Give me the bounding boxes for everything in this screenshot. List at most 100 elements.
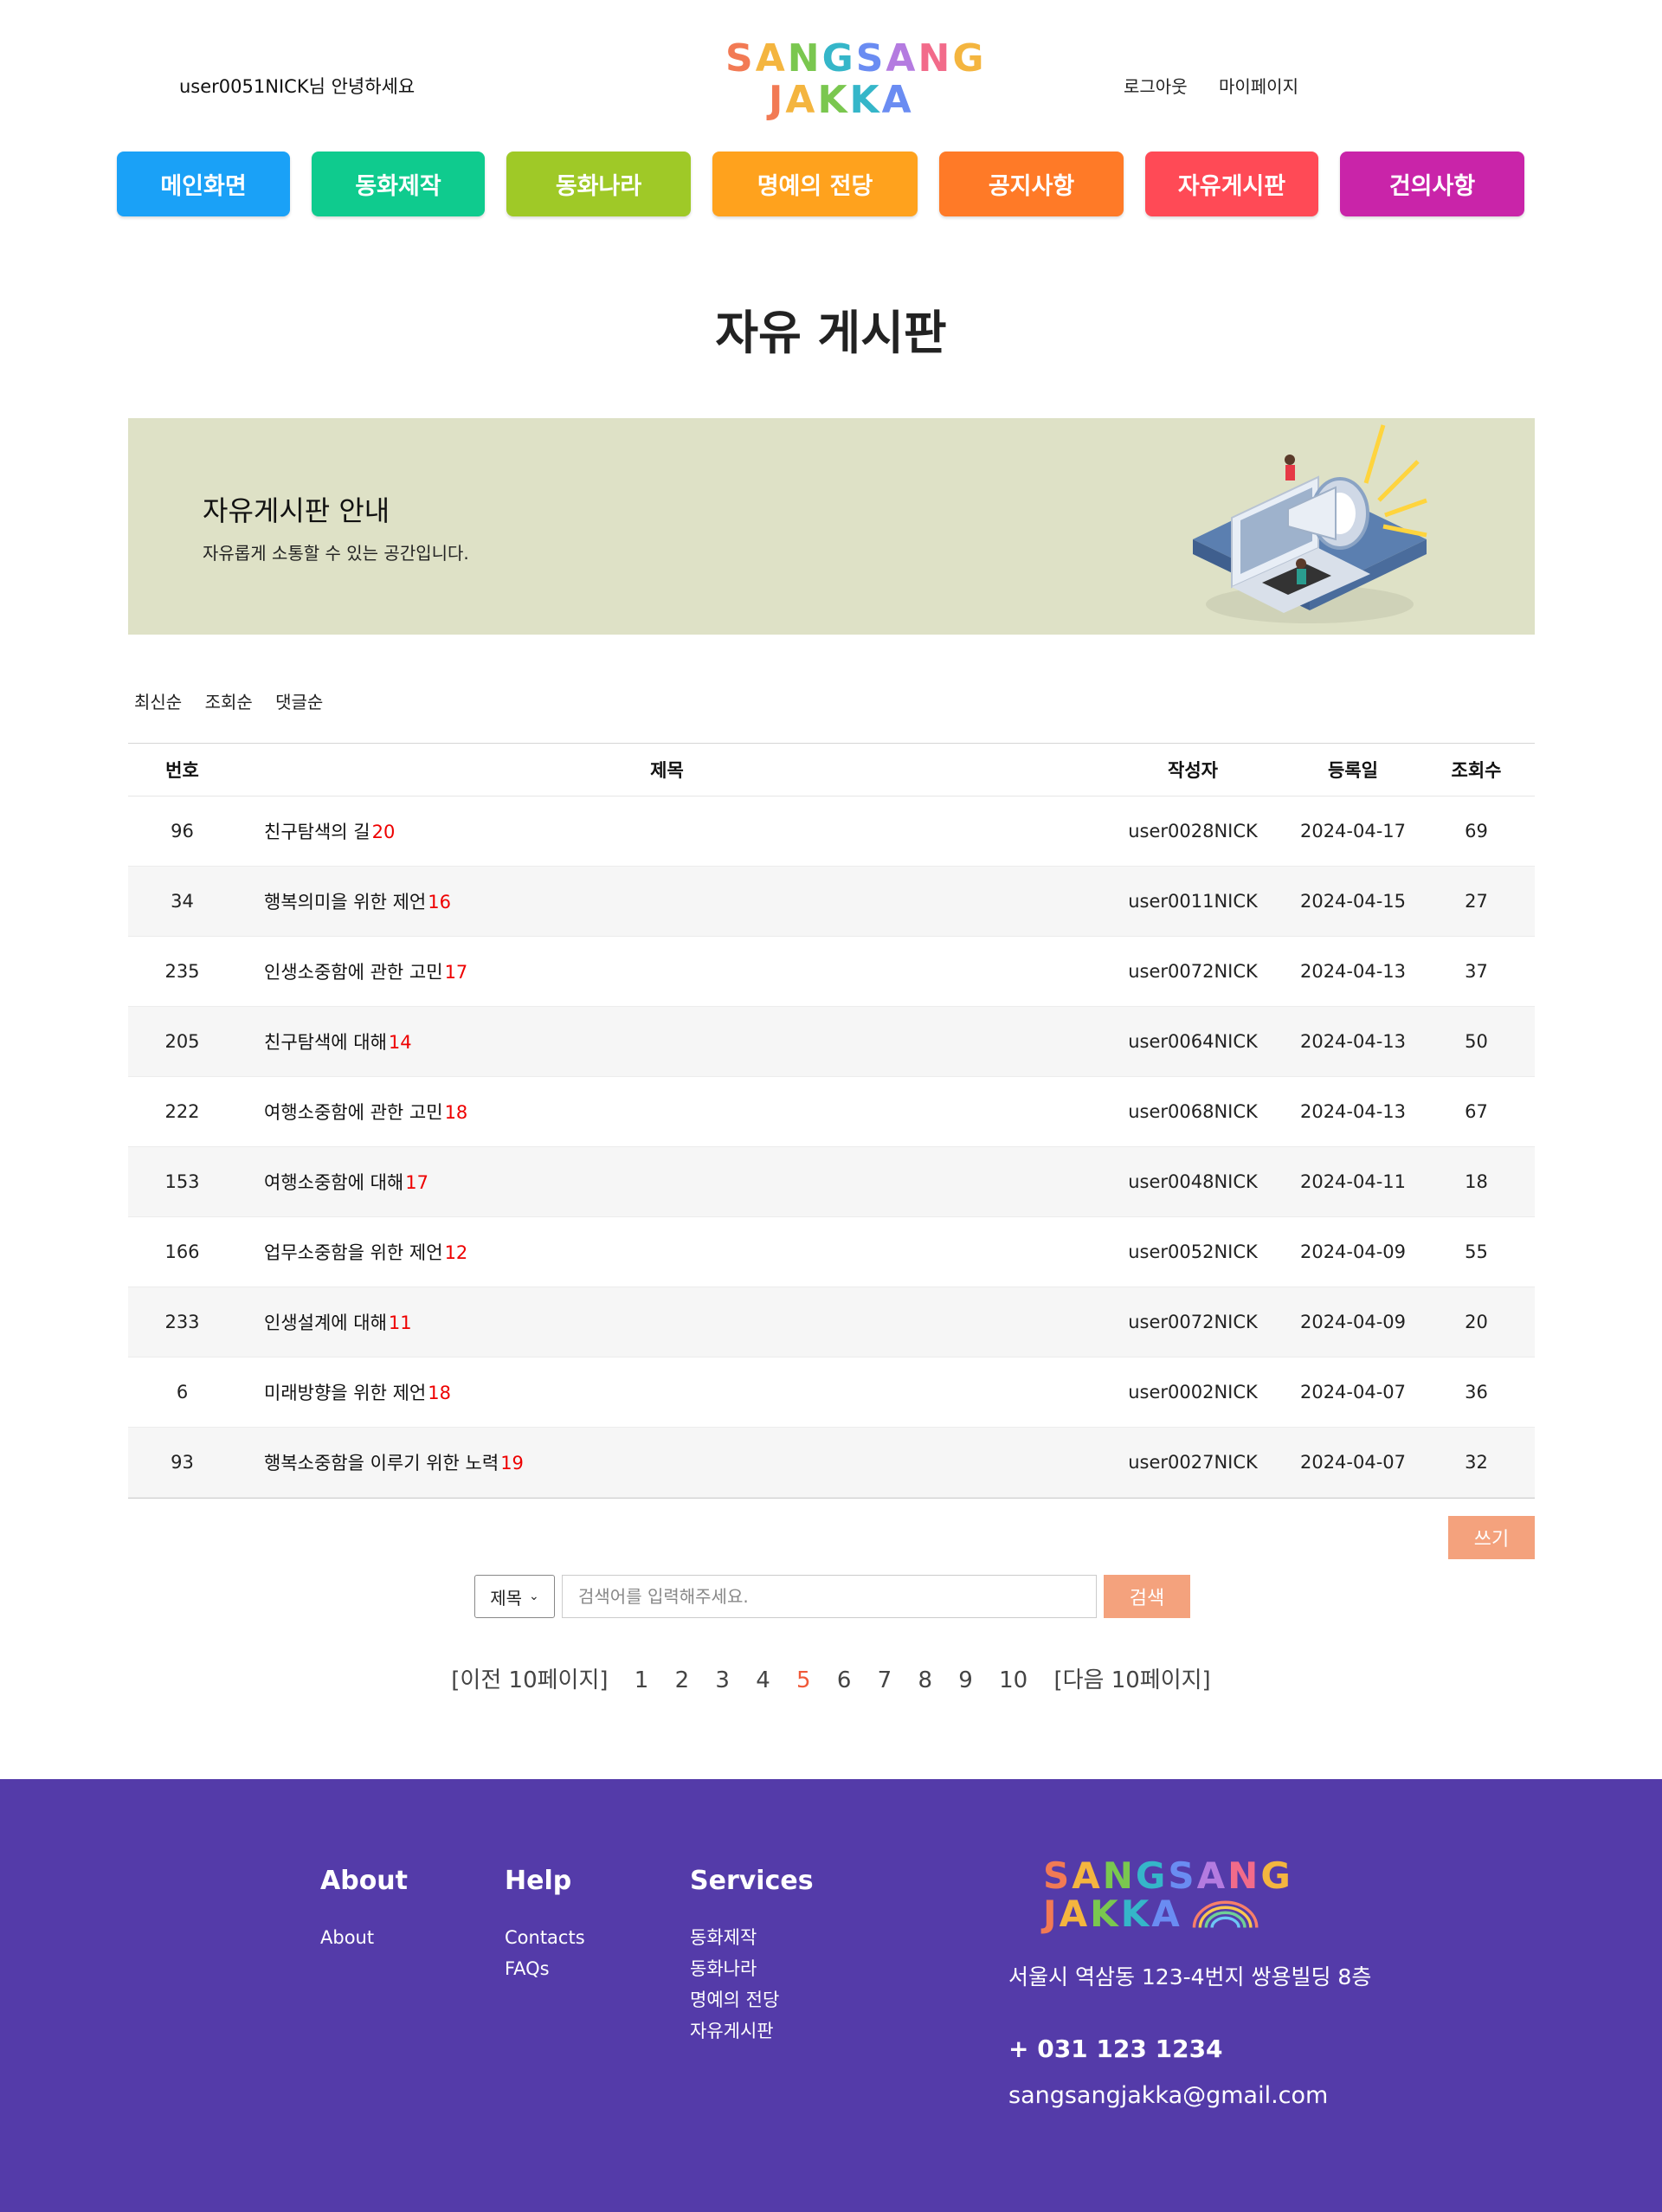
footer-faqs-link[interactable]: FAQs xyxy=(505,1953,585,1984)
page-link-current[interactable]: 5 xyxy=(796,1667,811,1693)
sort-comments[interactable]: 댓글순 xyxy=(275,692,323,713)
post-views: 67 xyxy=(1465,1101,1488,1122)
post-views: 69 xyxy=(1465,821,1488,842)
post-title-link[interactable]: 행복소중함을 이루기 위한 노력 xyxy=(264,1453,499,1474)
col-views-header: 조회수 xyxy=(1451,760,1502,781)
post-date: 2024-04-09 xyxy=(1299,1312,1407,1332)
post-number: 222 xyxy=(164,1101,200,1122)
post-number: 166 xyxy=(164,1241,200,1262)
post-title-link[interactable]: 여행소중함에 관한 고민 xyxy=(264,1102,443,1123)
post-views: 20 xyxy=(1465,1312,1488,1332)
nav-hall-of-fame-button[interactable]: 명예의 전당 xyxy=(712,152,918,216)
nav-create-button[interactable]: 동화제작 xyxy=(312,152,485,216)
table-row: 166 업무소중함을 위한 제언12 user0052NICK 2024-04-… xyxy=(128,1217,1535,1287)
table-row: 6 미래방향을 위한 제언18 user0002NICK 2024-04-07 … xyxy=(128,1358,1535,1428)
prev-10-pages-link[interactable]: [이전 10페이지] xyxy=(451,1667,608,1693)
post-title-link[interactable]: 행복의미을 위한 제언 xyxy=(264,892,426,913)
post-title-link[interactable]: 미래방향을 위한 제언 xyxy=(264,1383,426,1403)
page-link[interactable]: 3 xyxy=(715,1667,730,1693)
banner-title: 자유게시판 안내 xyxy=(203,494,390,527)
post-title-link[interactable]: 여행소중함에 대해 xyxy=(264,1172,403,1193)
search-input[interactable] xyxy=(562,1575,1097,1618)
search-type-select[interactable]: 제목 ⌄ xyxy=(474,1575,555,1618)
comment-count: 18 xyxy=(444,1102,468,1123)
footer-contacts-link[interactable]: Contacts xyxy=(505,1922,585,1953)
sort-views[interactable]: 조회순 xyxy=(205,692,253,713)
board-info-banner: 자유게시판 안내 자유롭게 소통할 수 있는 공간입니다. xyxy=(128,418,1535,635)
post-views: 32 xyxy=(1465,1452,1488,1473)
sort-options: 최신순 조회순 댓글순 xyxy=(134,688,340,713)
nav-free-board-button[interactable]: 자유게시판 xyxy=(1145,152,1318,216)
footer-service-hall-link[interactable]: 명예의 전당 xyxy=(690,1984,814,2015)
post-title-link[interactable]: 친구탐색에 대해 xyxy=(264,1032,387,1053)
header: user0051NICK님 안녕하세요 SANGSANG JAKKA 로그아웃 … xyxy=(0,0,1662,147)
next-10-pages-link[interactable]: [다음 10페이지] xyxy=(1053,1667,1210,1693)
post-number: 34 xyxy=(171,891,194,912)
post-author: user0068NICK xyxy=(1128,1101,1258,1122)
footer-logo-line-2: JAKKA xyxy=(1043,1895,1259,1933)
post-date: 2024-04-15 xyxy=(1299,891,1407,912)
post-title-link[interactable]: 친구탐색의 길 xyxy=(264,822,370,842)
post-number: 205 xyxy=(164,1031,200,1052)
col-title-header: 제목 xyxy=(650,760,684,781)
post-title-link[interactable]: 인생설계에 대해 xyxy=(264,1312,387,1333)
post-author: user0072NICK xyxy=(1128,961,1258,982)
post-title-link[interactable]: 업무소중함을 위한 제언 xyxy=(264,1242,443,1263)
search-button[interactable]: 검색 xyxy=(1104,1575,1190,1618)
page-link[interactable]: 6 xyxy=(837,1667,852,1693)
header-links: 로그아웃 마이페이지 xyxy=(1124,73,1324,98)
logo-line-2: JAKKA xyxy=(769,78,914,122)
post-date: 2024-04-07 xyxy=(1299,1452,1407,1473)
comment-count: 18 xyxy=(428,1383,451,1403)
footer-help-column: Help Contacts FAQs xyxy=(505,1866,585,1984)
post-views: 18 xyxy=(1465,1171,1488,1192)
footer-email[interactable]: sangsangjakka@gmail.com xyxy=(1008,2082,1328,2109)
col-date-header: 등록일 xyxy=(1328,760,1378,781)
comment-count: 14 xyxy=(388,1032,412,1053)
footer-service-board-link[interactable]: 자유게시판 xyxy=(690,2015,814,2047)
page-link[interactable]: 4 xyxy=(756,1667,770,1693)
site-logo[interactable]: SANGSANG JAKKA xyxy=(725,36,987,128)
post-author: user0011NICK xyxy=(1128,891,1258,912)
post-number: 6 xyxy=(176,1382,189,1403)
nav-main-button[interactable]: 메인화면 xyxy=(117,152,290,216)
nav-storyland-button[interactable]: 동화나라 xyxy=(506,152,691,216)
table-bottom-border xyxy=(128,1498,1535,1499)
footer-address: 서울시 역삼동 123-4번지 쌍용빌딩 8층 xyxy=(1008,1964,1372,1990)
mypage-link[interactable]: 마이페이지 xyxy=(1219,76,1298,97)
post-title-link[interactable]: 인생소중함에 관한 고민 xyxy=(264,962,443,983)
col-num-header: 번호 xyxy=(165,760,199,781)
post-number: 153 xyxy=(164,1171,200,1192)
page-link[interactable]: 9 xyxy=(958,1667,973,1693)
footer-service-storyland-link[interactable]: 동화나라 xyxy=(690,1953,814,1984)
chevron-down-icon: ⌄ xyxy=(529,1590,539,1603)
greeting-text: user0051NICK님 안녕하세요 xyxy=(179,76,416,97)
footer-services-heading: Services xyxy=(690,1866,814,1896)
post-number: 96 xyxy=(171,821,194,842)
footer-about-column: About About xyxy=(320,1866,408,1953)
col-author-header: 작성자 xyxy=(1168,760,1218,781)
footer-phone: + 031 123 1234 xyxy=(1008,2035,1223,2063)
nav-suggestion-button[interactable]: 건의사항 xyxy=(1340,152,1524,216)
sort-latest[interactable]: 최신순 xyxy=(134,692,182,713)
footer-service-create-link[interactable]: 동화제작 xyxy=(690,1922,814,1953)
nav-notice-button[interactable]: 공지사항 xyxy=(939,152,1124,216)
post-number: 233 xyxy=(164,1312,200,1332)
post-author: user0072NICK xyxy=(1128,1312,1258,1332)
post-date: 2024-04-11 xyxy=(1299,1171,1407,1192)
page-link[interactable]: 1 xyxy=(635,1667,649,1693)
page-link[interactable]: 7 xyxy=(878,1667,892,1693)
pagination: [이전 10페이지] 1 2 3 4 5 6 7 8 9 10 [다음 10페이… xyxy=(0,1662,1662,1694)
page-link[interactable]: 2 xyxy=(675,1667,690,1693)
page-link[interactable]: 10 xyxy=(999,1667,1027,1693)
comment-count: 11 xyxy=(388,1312,412,1333)
footer-about-link[interactable]: About xyxy=(320,1922,408,1953)
banner-description: 자유롭게 소통할 수 있는 공간입니다. xyxy=(203,543,469,564)
logo-line-1: SANGSANG xyxy=(725,36,987,81)
write-button[interactable]: 쓰기 xyxy=(1448,1516,1535,1559)
logout-link[interactable]: 로그아웃 xyxy=(1124,76,1188,97)
post-author: user0048NICK xyxy=(1128,1171,1258,1192)
footer: About About Help Contacts FAQs Services … xyxy=(0,1779,1662,2212)
post-views: 27 xyxy=(1465,891,1488,912)
page-link[interactable]: 8 xyxy=(918,1667,932,1693)
